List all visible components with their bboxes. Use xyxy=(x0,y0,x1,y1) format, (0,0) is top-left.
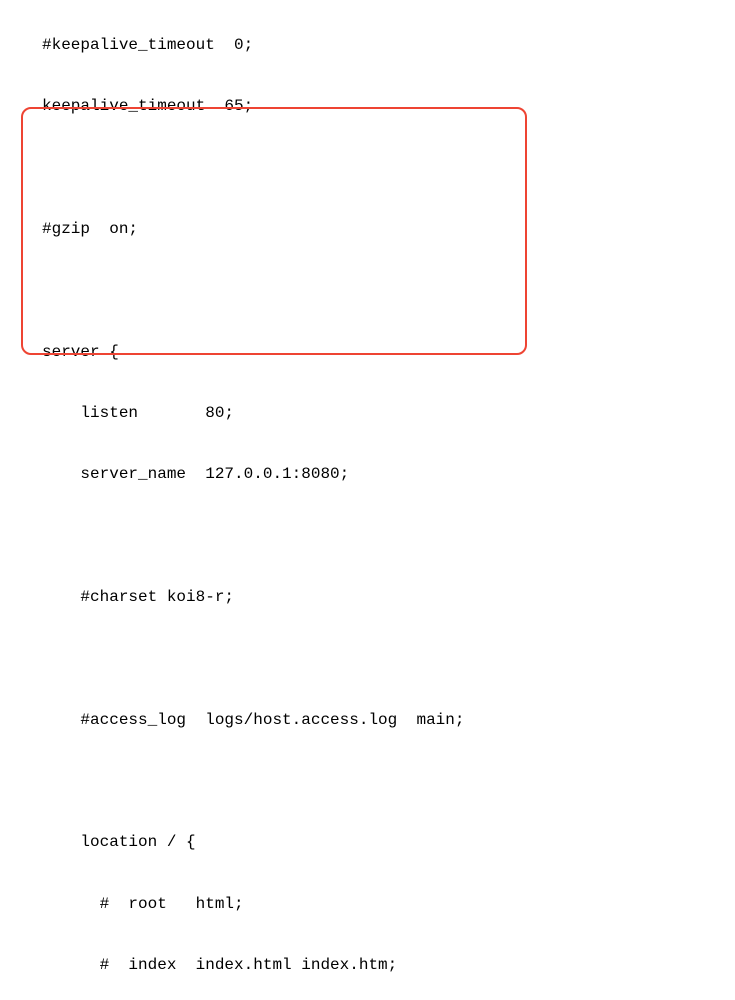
code-line: # root html; xyxy=(42,894,637,914)
code-line: #access_log logs/host.access.log main; xyxy=(42,710,637,730)
code-line: listen 80; xyxy=(42,403,637,423)
code-line: location / { xyxy=(42,832,637,852)
code-line xyxy=(42,526,637,546)
code-line xyxy=(42,280,637,300)
code-line: # index index.html index.htm; xyxy=(42,955,637,975)
code-line: keepalive_timeout 65; xyxy=(42,96,637,116)
code-line xyxy=(42,158,637,178)
code-line xyxy=(42,771,637,791)
code-line: server { xyxy=(42,342,637,362)
code-line: server_name 127.0.0.1:8080; xyxy=(42,464,637,484)
code-line: #gzip on; xyxy=(42,219,637,239)
code-line: #charset koi8-r; xyxy=(42,587,637,607)
code-line: #keepalive_timeout 0; xyxy=(42,35,637,55)
code-line xyxy=(42,648,637,668)
code-block: #keepalive_timeout 0; keepalive_timeout … xyxy=(42,0,637,1000)
